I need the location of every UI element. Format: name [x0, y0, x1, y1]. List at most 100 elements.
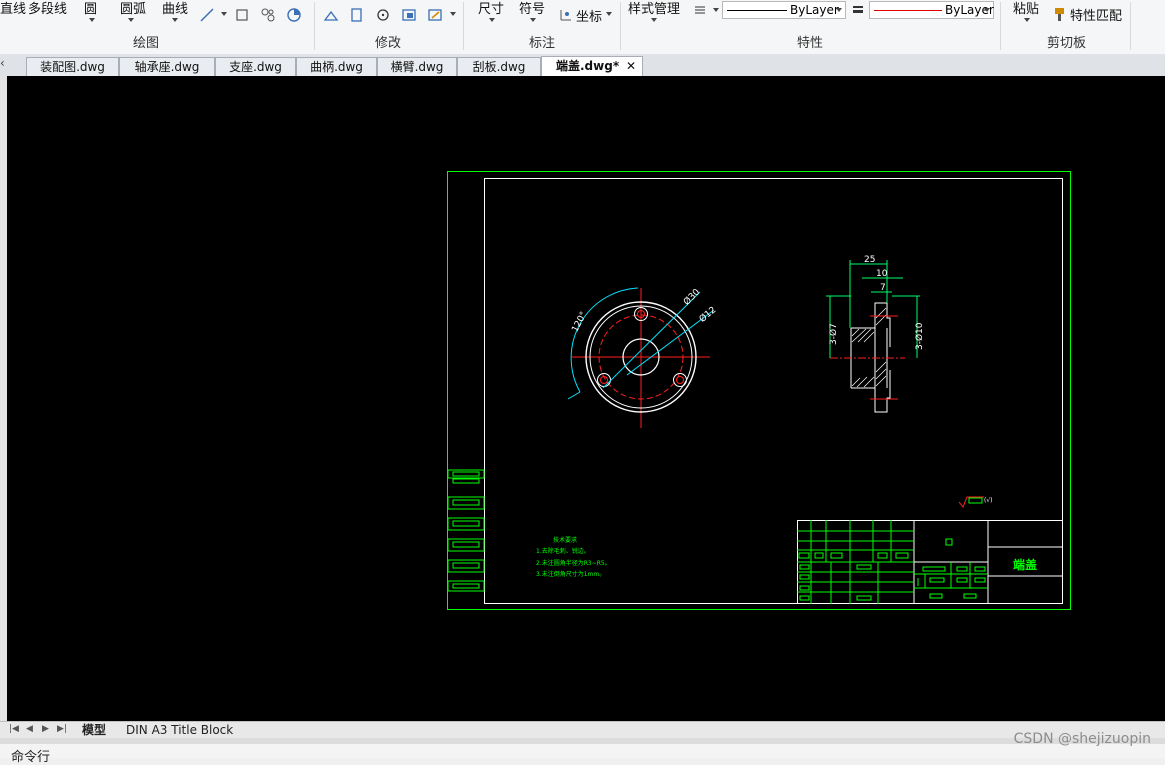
- hatch-icon[interactable]: [259, 6, 276, 23]
- dia12-dim-text: Ø12: [697, 304, 718, 324]
- file-tab-active[interactable]: 端盖.dwg* ✕: [541, 56, 643, 76]
- match-properties-label[interactable]: 特性匹配: [1070, 5, 1122, 24]
- color-preview: [874, 10, 942, 11]
- width-25-dim-text: 25: [864, 255, 875, 265]
- rectangle-icon[interactable]: [233, 6, 250, 23]
- file-tab-label: 刮板.dwg: [472, 60, 526, 74]
- file-tab[interactable]: 装配图.dwg: [26, 57, 119, 76]
- title-block: 端盖: [797, 520, 1063, 604]
- lineweight-dropdown-icon[interactable]: [713, 8, 719, 12]
- file-tab[interactable]: 曲柄.dwg: [296, 57, 377, 76]
- dia-47-dim-text: 3-Ø7: [828, 323, 839, 345]
- file-tab-label: 支座.dwg: [229, 60, 282, 74]
- close-icon[interactable]: ✕: [626, 57, 636, 75]
- file-tab-label: 装配图.dwg: [40, 60, 105, 74]
- linetype-select[interactable]: ByLayer: [722, 1, 846, 19]
- coordinate-icon[interactable]: [557, 6, 574, 23]
- width-7-dim-text: 7: [880, 283, 886, 293]
- arc-tool-label[interactable]: 圆弧: [120, 0, 146, 17]
- command-line-label: 命令行: [11, 750, 51, 765]
- drawing-svg: 120° Ø30 Ø12 25 10 7 3-Ø7 3-Ø10 (√) 技术要求…: [447, 171, 1071, 610]
- curve-tool-label[interactable]: 曲线: [162, 0, 188, 17]
- modify-group-title: 修改: [375, 36, 402, 51]
- file-tab[interactable]: 支座.dwg: [215, 57, 296, 76]
- line-draw-icon[interactable]: [198, 6, 215, 23]
- annotate-group-title: 标注: [529, 36, 556, 51]
- first-layout-icon[interactable]: |◀: [9, 724, 19, 734]
- file-tab[interactable]: 横臂.dwg: [377, 57, 457, 76]
- dia-10-dim-text: 3-Ø10: [914, 322, 925, 350]
- ribbon: 直线 多段线 圆 圆弧 曲线 绘图 修改 尺寸 符号 坐标 标注 样式管理 By…: [0, 0, 1165, 55]
- angle-dim-text: 120°: [570, 310, 589, 334]
- paste-dropdown-icon[interactable]: [1024, 18, 1030, 22]
- notes-line-2: 2.未注圆角半径为R3~R5。: [536, 559, 611, 567]
- coordinate-tool-label[interactable]: 坐标: [576, 6, 602, 25]
- line-tool-label[interactable]: 直线: [0, 0, 26, 17]
- next-layout-icon[interactable]: ▶: [42, 724, 49, 734]
- last-layout-icon[interactable]: ▶|: [57, 724, 67, 734]
- layout-tab-din-a3[interactable]: DIN A3 Title Block: [126, 722, 233, 738]
- chevron-down-icon: [836, 8, 842, 12]
- copy-icon[interactable]: [348, 6, 365, 23]
- separator: [620, 2, 621, 50]
- linetype-value: ByLayer: [790, 3, 839, 17]
- outer-border: [447, 171, 1071, 610]
- dimension-dropdown-icon[interactable]: [489, 18, 495, 22]
- watermark: CSDN @shejizuopin: [1013, 731, 1151, 747]
- linetype-scale-icon[interactable]: [849, 1, 866, 18]
- color-select[interactable]: ByLayer: [869, 1, 994, 19]
- file-tab-label: 曲柄.dwg: [310, 60, 363, 74]
- region-icon[interactable]: [285, 6, 302, 23]
- file-tab-label: 端盖.dwg*: [556, 59, 620, 73]
- circle-tool-label[interactable]: 圆: [84, 0, 97, 17]
- clipboard-group-title: 剪切板: [1047, 36, 1087, 51]
- draw-group-title: 绘图: [133, 36, 160, 51]
- separator: [1130, 2, 1131, 50]
- dia30-leader: [602, 291, 701, 389]
- roughness-text: (√): [984, 497, 993, 504]
- roughness-symbol: (√): [958, 496, 993, 508]
- command-line[interactable]: 命令行: [0, 744, 1165, 765]
- arc-dropdown-icon[interactable]: [128, 18, 134, 22]
- polyline-tool-label[interactable]: 多段线: [28, 0, 67, 17]
- prev-layout-icon[interactable]: ◀: [26, 724, 33, 734]
- notes-title: 技术要求: [553, 536, 577, 544]
- coordinate-dropdown-icon[interactable]: [606, 12, 612, 16]
- symbol-tool-label[interactable]: 符号: [519, 0, 545, 17]
- technical-notes: 技术要求 1.去除毛刺、锐边。 2.未注圆角半径为R3~R5。 3.未注倒角尺寸…: [536, 536, 611, 578]
- curve-dropdown-icon[interactable]: [172, 18, 178, 22]
- file-tab[interactable]: 刮板.dwg: [457, 57, 541, 76]
- lineweight-icon[interactable]: [691, 1, 708, 18]
- side-view: 25 10 7 3-Ø7 3-Ø10: [826, 255, 925, 413]
- notes-line-1: 1.去除毛刺、锐边。: [536, 547, 590, 555]
- dia30-dim-text: Ø30: [681, 287, 702, 308]
- linetype-preview: [727, 10, 787, 11]
- notes-line-3: 3.未注倒角尺寸为1mm。: [536, 570, 605, 578]
- tab-scroll-icon[interactable]: ‹: [0, 56, 5, 70]
- properties-group-title: 特性: [797, 36, 824, 51]
- file-tab-label: 轴承座.dwg: [134, 60, 200, 74]
- file-tab-bar: ‹ 装配图.dwg 轴承座.dwg 支座.dwg 曲柄.dwg 横臂.dwg 刮…: [0, 54, 1165, 77]
- chevron-down-icon: [984, 8, 990, 12]
- left-margin-boxes: [447, 469, 485, 592]
- line-draw-dropdown-icon[interactable]: [221, 12, 227, 16]
- match-properties-icon[interactable]: [1051, 5, 1068, 22]
- circle-dropdown-icon[interactable]: [89, 18, 95, 22]
- symbol-dropdown-icon[interactable]: [530, 18, 536, 22]
- paste-label[interactable]: 粘贴: [1013, 0, 1039, 17]
- dimension-tool-label[interactable]: 尺寸: [478, 0, 504, 17]
- separator: [1000, 2, 1001, 50]
- move-icon[interactable]: [322, 6, 339, 23]
- style-manager-label[interactable]: 样式管理: [628, 0, 680, 17]
- separator: [463, 2, 464, 50]
- edit-icon[interactable]: [426, 6, 443, 23]
- rotate-icon[interactable]: [374, 6, 391, 23]
- file-tab[interactable]: 轴承座.dwg: [119, 57, 215, 76]
- edit-dropdown-icon[interactable]: [450, 12, 456, 16]
- canvas-edge: [0, 76, 7, 721]
- mirror-icon[interactable]: [400, 6, 417, 23]
- separator: [314, 2, 315, 50]
- layout-tab-model[interactable]: 模型: [82, 722, 106, 738]
- drawing-canvas[interactable]: 120° Ø30 Ø12 25 10 7 3-Ø7 3-Ø10 (√) 技术要求…: [7, 76, 1165, 721]
- style-manager-dropdown-icon[interactable]: [651, 18, 657, 22]
